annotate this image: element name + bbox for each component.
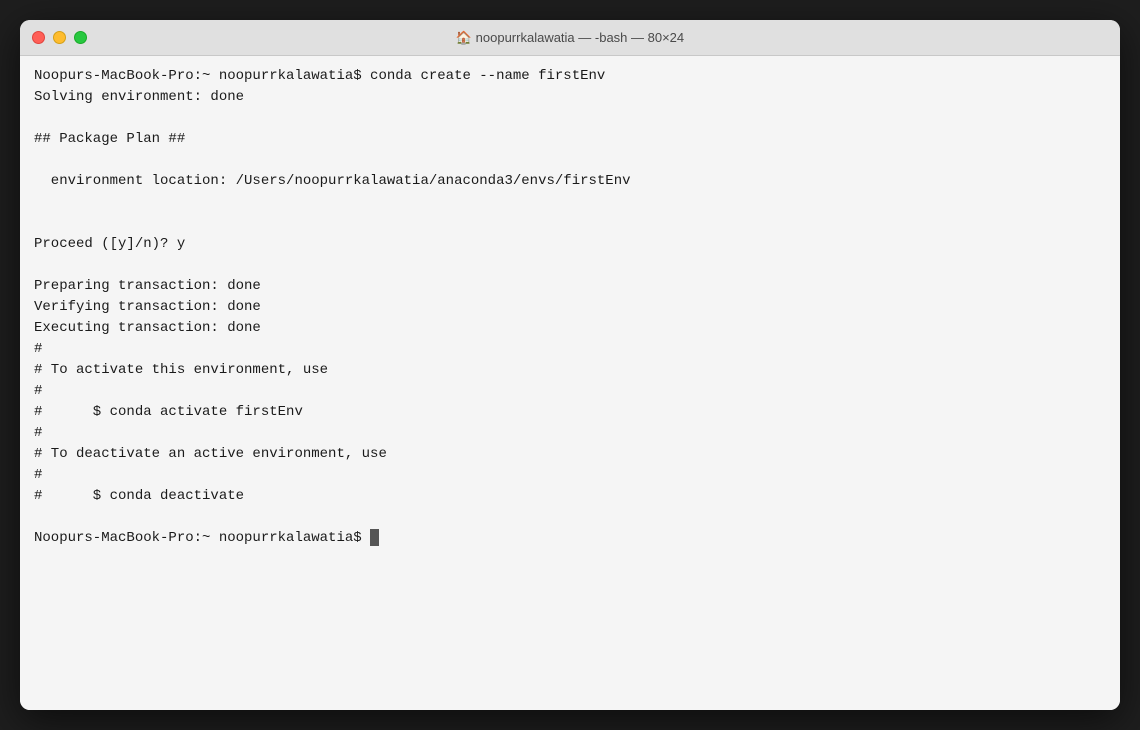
terminal-line (34, 150, 1106, 171)
terminal-line (34, 507, 1106, 528)
cursor (370, 529, 379, 546)
terminal-line: Executing transaction: done (34, 318, 1106, 339)
terminal-line: Verifying transaction: done (34, 297, 1106, 318)
window-title: 🏠 noopurrkalawatia — -bash — 80×24 (456, 30, 684, 46)
terminal-line: # (34, 339, 1106, 360)
terminal-line (34, 192, 1106, 213)
terminal-line: # $ conda activate firstEnv (34, 402, 1106, 423)
title-bar: 🏠 noopurrkalawatia — -bash — 80×24 (20, 20, 1120, 56)
terminal-line (34, 108, 1106, 129)
terminal-line: # (34, 423, 1106, 444)
terminal-line (34, 213, 1106, 234)
terminal-line: # $ conda deactivate (34, 486, 1106, 507)
terminal-line: Proceed ([y]/n)? y (34, 234, 1106, 255)
terminal-line: Preparing transaction: done (34, 276, 1106, 297)
terminal-line: environment location: /Users/noopurrkala… (34, 171, 1106, 192)
terminal-line: # (34, 465, 1106, 486)
minimize-button[interactable] (53, 31, 66, 44)
maximize-button[interactable] (74, 31, 87, 44)
terminal-line (34, 255, 1106, 276)
terminal-line: # To deactivate an active environment, u… (34, 444, 1106, 465)
terminal-line: Solving environment: done (34, 87, 1106, 108)
terminal-line: Noopurs-MacBook-Pro:~ noopurrkalawatia$ … (34, 66, 1106, 87)
terminal-body[interactable]: Noopurs-MacBook-Pro:~ noopurrkalawatia$ … (20, 56, 1120, 710)
terminal-line: # (34, 381, 1106, 402)
terminal-line: Noopurs-MacBook-Pro:~ noopurrkalawatia$ (34, 528, 1106, 549)
terminal-line: ## Package Plan ## (34, 129, 1106, 150)
traffic-lights (32, 31, 87, 44)
terminal-window: 🏠 noopurrkalawatia — -bash — 80×24 Noopu… (20, 20, 1120, 710)
terminal-line: # To activate this environment, use (34, 360, 1106, 381)
close-button[interactable] (32, 31, 45, 44)
